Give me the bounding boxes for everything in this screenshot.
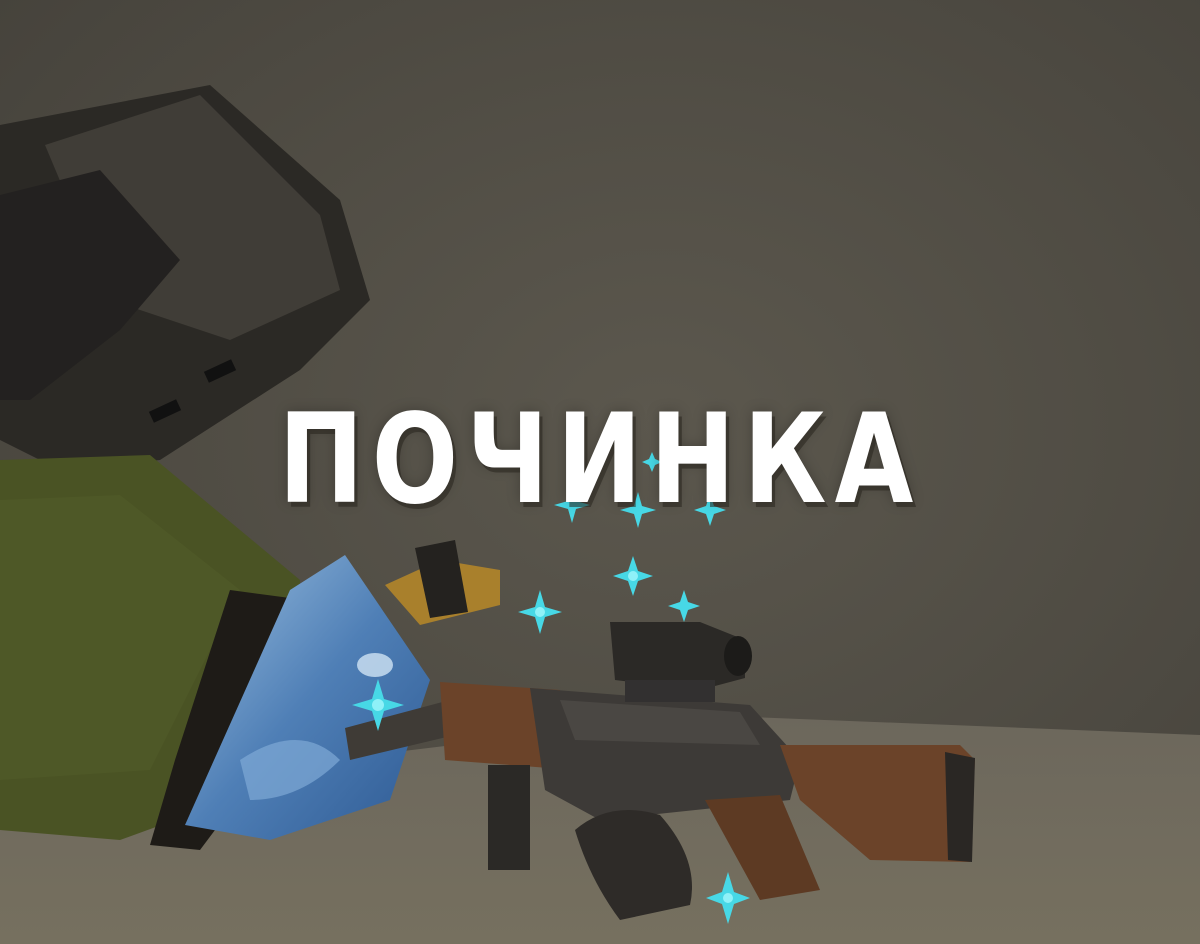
game-scene: ПОЧИНКА <box>0 0 1200 944</box>
screen-title: ПОЧИНКА <box>278 388 922 532</box>
